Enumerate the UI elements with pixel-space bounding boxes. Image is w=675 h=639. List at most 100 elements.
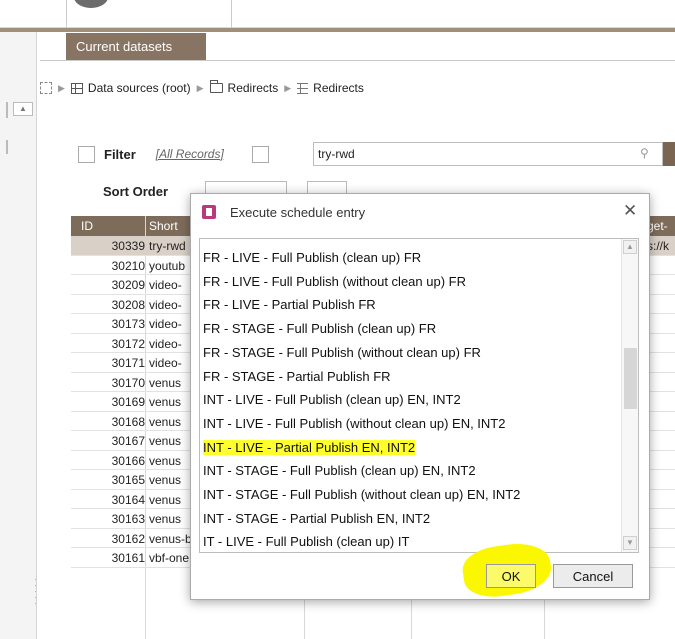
cell-short: venus bbox=[149, 453, 182, 468]
cell-target: s://k bbox=[647, 239, 670, 253]
cell-short: venus bbox=[149, 473, 182, 487]
list-item[interactable]: INT - LIVE - Partial Publish EN, INT2 bbox=[200, 437, 620, 458]
scrollbar-thumb[interactable] bbox=[624, 348, 637, 409]
breadcrumb-label: Redirects bbox=[313, 81, 364, 95]
dialog-titlebar[interactable]: Execute schedule entry ✕ bbox=[191, 194, 649, 230]
cell-short: video- bbox=[149, 336, 182, 351]
list-item-label: IT - LIVE - Full Publish (clean up) IT bbox=[203, 534, 410, 550]
list-item[interactable]: INT - LIVE - Full Publish (without clean… bbox=[200, 413, 620, 434]
splitter-mark bbox=[6, 102, 8, 118]
column-header-id[interactable]: ID bbox=[81, 219, 93, 233]
cell-id: 30168 bbox=[111, 414, 145, 429]
chevron-right-icon: ▶ bbox=[284, 82, 292, 93]
app-icon bbox=[202, 205, 216, 219]
left-panel-strip: ▲ bbox=[0, 32, 37, 639]
cell-id: 30209 bbox=[111, 278, 145, 292]
cell-id: 30173 bbox=[111, 317, 145, 331]
cell-short: try-rwd bbox=[149, 239, 186, 253]
cell-id: 30163 bbox=[111, 512, 145, 526]
list-item-label: FR - LIVE - Partial Publish FR bbox=[203, 297, 376, 313]
cell-id: 30162 bbox=[111, 531, 145, 546]
resize-handle[interactable]: · · · · · bbox=[34, 575, 38, 616]
list-item[interactable]: FR - LIVE - Full Publish (without clean … bbox=[200, 271, 620, 292]
scrollbar[interactable]: ▲ ▼ bbox=[621, 239, 638, 552]
cell-short: venus bbox=[149, 395, 182, 409]
execute-schedule-dialog: Execute schedule entry ✕ FR - LIVE - Ful… bbox=[190, 193, 650, 600]
grid-icon bbox=[70, 82, 83, 94]
dialog-title: Execute schedule entry bbox=[230, 205, 366, 220]
search-checkbox[interactable] bbox=[251, 145, 269, 163]
cell-short: video- bbox=[149, 317, 182, 331]
cell-id: 30161 bbox=[111, 551, 145, 565]
list-item[interactable]: IT - LIVE - Full Publish (clean up) IT bbox=[200, 531, 620, 552]
schedule-entry-list[interactable]: FR - LIVE - Full Publish (clean up) FR FR… bbox=[199, 238, 639, 553]
list-item[interactable]: FR - STAGE - Full Publish (clean up) FR bbox=[200, 318, 620, 339]
cell-short: youtub bbox=[149, 258, 186, 273]
cell-short: venus bbox=[149, 492, 182, 507]
filter-row: Filter [All Records] bbox=[78, 142, 269, 166]
cell-id: 30170 bbox=[111, 375, 145, 390]
top-bar bbox=[0, 0, 675, 28]
accent-divider bbox=[0, 28, 675, 32]
list-item[interactable]: FR - LIVE - Full Publish (clean up) FR bbox=[200, 247, 620, 268]
cancel-button[interactable]: Cancel bbox=[553, 564, 633, 588]
list-item-label: FR - STAGE - Partial Publish FR bbox=[203, 368, 391, 384]
list-item-label: INT - STAGE - Full Publish (clean up) EN… bbox=[203, 463, 476, 479]
search-button[interactable] bbox=[663, 142, 675, 166]
list-item-label: FR - LIVE - Full Publish (clean up) FR bbox=[203, 250, 422, 265]
sort-order-label: Sort Order bbox=[103, 184, 169, 199]
breadcrumb: ▶ Data sources (root) ▶ Redirects ▶ Redi… bbox=[40, 76, 364, 100]
list-item-label: INT - LIVE - Partial Publish EN, INT2 bbox=[203, 439, 416, 455]
breadcrumb-label: Data sources (root) bbox=[87, 81, 191, 95]
search-icon[interactable]: ⚲ bbox=[640, 146, 654, 160]
breadcrumb-item-folder[interactable]: Redirects bbox=[209, 80, 279, 95]
cell-id: 30164 bbox=[111, 492, 145, 507]
splitter-mark bbox=[6, 140, 8, 154]
list-item-label: INT - LIVE - Full Publish (without clean… bbox=[203, 415, 506, 431]
cell-id: 30171 bbox=[111, 356, 145, 370]
list-item[interactable]: FR - LIVE - Partial Publish FR bbox=[200, 294, 620, 315]
cell-short: venus bbox=[149, 434, 182, 448]
cell-short: venus bbox=[149, 375, 182, 390]
filter-label: Filter bbox=[104, 146, 136, 162]
list-item-label: FR - STAGE - Full Publish (clean up) FR bbox=[203, 321, 437, 337]
cell-id: 30339 bbox=[111, 239, 145, 253]
column-header-target[interactable]: get- bbox=[647, 219, 668, 233]
cell-id: 30172 bbox=[111, 336, 145, 351]
all-records-link[interactable]: [All Records] bbox=[156, 147, 224, 161]
list-item-label: INT - LIVE - Full Publish (clean up) EN,… bbox=[203, 392, 461, 408]
close-icon[interactable]: ✕ bbox=[623, 201, 637, 221]
table-icon bbox=[297, 82, 309, 94]
chevron-right-icon: ▶ bbox=[196, 82, 204, 93]
breadcrumb-item-root[interactable]: Data sources (root) bbox=[70, 81, 191, 95]
list-item[interactable]: INT - STAGE - Partial Publish EN, INT2 bbox=[200, 508, 620, 529]
cell-id: 30165 bbox=[111, 473, 145, 487]
list-item[interactable]: INT - STAGE - Full Publish (without clea… bbox=[200, 484, 620, 505]
scroll-up-icon[interactable]: ▲ bbox=[623, 240, 637, 254]
cell-id: 30169 bbox=[111, 395, 145, 409]
cell-id: 30167 bbox=[111, 434, 145, 448]
cell-short: video- bbox=[149, 278, 182, 292]
cell-id: 30210 bbox=[111, 258, 145, 273]
list-item[interactable]: INT - LIVE - Full Publish (clean up) EN,… bbox=[200, 389, 620, 410]
cell-id: 30208 bbox=[111, 297, 145, 312]
cell-short: video- bbox=[149, 297, 182, 312]
list-item-label: INT - STAGE - Full Publish (without clea… bbox=[203, 487, 521, 502]
list-item-label: FR - LIVE - Full Publish (without clean … bbox=[203, 273, 466, 289]
top-tab[interactable] bbox=[66, 0, 232, 28]
cell-id: 30166 bbox=[111, 453, 145, 468]
breadcrumb-item-table[interactable]: Redirects bbox=[297, 81, 364, 95]
collapse-button[interactable]: ▲ bbox=[13, 102, 33, 116]
list-item[interactable]: FR - STAGE - Full Publish (without clean… bbox=[200, 342, 620, 363]
list-item[interactable]: FR - STAGE - Partial Publish FR bbox=[200, 366, 620, 387]
ok-button[interactable]: OK bbox=[486, 564, 536, 588]
cell-short: venus bbox=[149, 414, 182, 429]
search-input[interactable] bbox=[313, 142, 663, 166]
scroll-down-icon[interactable]: ▼ bbox=[623, 536, 637, 550]
list-item[interactable]: INT - STAGE - Full Publish (clean up) EN… bbox=[200, 460, 620, 481]
column-header-short[interactable]: Short bbox=[149, 219, 178, 233]
tab-current-datasets[interactable]: Current datasets bbox=[66, 33, 206, 60]
filter-checkbox[interactable] bbox=[78, 145, 95, 163]
breadcrumb-label: Redirects bbox=[227, 81, 279, 95]
tree-toggle-icon[interactable] bbox=[40, 82, 52, 94]
